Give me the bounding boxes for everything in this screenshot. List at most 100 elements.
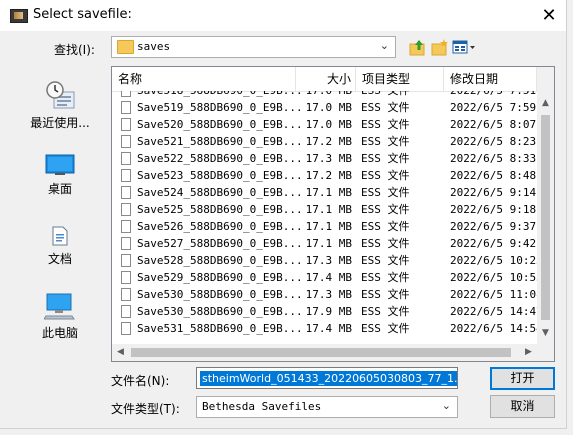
file-row[interactable]: Save530_588DB690_0_E9B... 17.9 MB ESS 文件 20…: [112, 303, 537, 320]
file-size-cell: 17.0 MB: [305, 118, 352, 131]
column-name-header[interactable]: 名称: [112, 67, 296, 91]
file-type-cell: ESS 文件: [361, 135, 410, 148]
places-documents[interactable]: 文档: [18, 226, 102, 267]
file-icon: [121, 288, 131, 301]
computer-icon: [43, 292, 76, 320]
file-row[interactable]: Save529_588DB690_0_E9B... 17.4 MB ESS 文件 20…: [112, 269, 537, 286]
file-size-cell: 17.3 MB: [305, 254, 352, 267]
file-type-cell: ESS 文件: [361, 254, 410, 267]
file-row[interactable]: Save521_588DB690_0_E9B... 17.2 MB ESS 文件 20…: [112, 133, 537, 150]
file-type-value: Bethesda Savefiles: [202, 400, 322, 413]
look-in-value: saves: [137, 40, 171, 53]
file-row[interactable]: Save530_588DB690_0_E9B... 17.3 MB ESS 文件 20…: [112, 286, 537, 303]
new-folder-icon: [431, 39, 448, 56]
file-row[interactable]: Save525_588DB690_0_E9B... 17.1 MB ESS 文件 20…: [112, 201, 537, 218]
file-size-cell: 17.2 MB: [305, 135, 352, 148]
places-desktop-label: 桌面: [47, 182, 72, 196]
file-type-cell: ESS 文件: [361, 271, 410, 284]
file-name-cell: Save530_588DB690_0_E9B...: [137, 288, 303, 301]
file-date-cell: 2022/6/5 9:18: [450, 203, 537, 216]
column-size-header[interactable]: 大小: [296, 67, 356, 91]
new-folder-button[interactable]: [430, 37, 450, 57]
up-folder-icon: [409, 40, 425, 56]
file-name-value: stheimWorld_051433_20220605030803_77_1.e…: [200, 371, 457, 386]
file-row[interactable]: Save519_588DB690_0_E9B... 17.0 MB ESS 文件 20…: [112, 99, 537, 116]
file-name-cell: Save521_588DB690_0_E9B...: [137, 135, 303, 148]
file-date-cell: 2022/6/5 8:07: [450, 118, 537, 131]
file-list[interactable]: 名称 大小 项目类型 修改日期 Save518_588DB690_0_E9B..…: [111, 66, 555, 362]
file-row[interactable]: Save528_588DB690_0_E9B... 17.3 MB ESS 文件 20…: [112, 252, 537, 269]
file-size-cell: 17.0 MB: [296, 91, 352, 99]
file-type-dropdown[interactable]: Bethesda Savefiles ⌄: [196, 396, 458, 418]
file-size-cell: 17.4 MB: [305, 322, 352, 335]
file-date-cell: 2022/6/5 8:23: [450, 135, 537, 148]
file-type-cell: ESS 文件: [361, 169, 410, 182]
file-size-cell: 17.9 MB: [305, 305, 352, 318]
file-date-cell: 2022/6/5 11:08: [450, 288, 537, 301]
file-row[interactable]: Save522_588DB690_0_E9B... 17.3 MB ESS 文件 20…: [112, 150, 537, 167]
file-icon: [121, 152, 131, 165]
chevron-down-icon: ⌄: [441, 399, 451, 412]
places-desktop[interactable]: 桌面: [18, 154, 102, 197]
file-icon: [121, 91, 131, 97]
vertical-scroll-thumb[interactable]: [541, 115, 550, 320]
file-date-cell: 2022/6/5 14:54: [450, 322, 537, 335]
file-name-cell: Save525_588DB690_0_E9B...: [137, 203, 303, 216]
file-type-cell: ESS 文件: [361, 305, 410, 318]
column-type-header[interactable]: 项目类型: [356, 67, 444, 91]
file-icon: [121, 237, 131, 250]
file-date-cell: 2022/6/5 8:48: [450, 169, 537, 182]
file-name-cell: Save524_588DB690_0_E9B...: [137, 186, 303, 199]
file-date-cell: 2022/6/5 9:14: [450, 186, 537, 199]
file-row[interactable]: Save526_588DB690_0_E9B... 17.1 MB ESS 文件 20…: [112, 218, 537, 235]
app-icon: [10, 9, 28, 23]
file-name-cell: Save519_588DB690_0_E9B...: [137, 101, 303, 114]
file-name-cell: Save530_588DB690_0_E9B...: [137, 305, 303, 318]
file-name-cell: Save529_588DB690_0_E9B...: [137, 271, 303, 284]
documents-icon: [52, 226, 68, 246]
file-date-cell: 2022/6/5 8:33: [450, 152, 537, 165]
chevron-down-icon: ⌄: [379, 39, 389, 52]
vertical-scrollbar[interactable]: ▲ ▼: [537, 67, 554, 344]
file-name-cell: Save523_588DB690_0_E9B...: [137, 169, 303, 182]
file-date-cell: 2022/6/5 10:23: [450, 254, 537, 267]
file-date-cell: 2022/6/5 14:47: [450, 305, 537, 318]
file-row[interactable]: Save527_588DB690_0_E9B... 17.1 MB ESS 文件 20…: [112, 235, 537, 252]
up-one-level-button[interactable]: [408, 37, 428, 57]
folder-icon: [117, 40, 134, 54]
scroll-left-icon[interactable]: ◀: [112, 344, 129, 361]
file-row[interactable]: Save524_588DB690_0_E9B... 17.1 MB ESS 文件 20…: [112, 184, 537, 201]
scroll-right-icon[interactable]: ▶: [520, 344, 537, 361]
file-icon: [121, 220, 131, 233]
file-size-cell: 17.3 MB: [305, 152, 352, 165]
file-type-cell: ESS 文件: [361, 91, 410, 99]
file-row[interactable]: Save518_588DB690_0_E9B...17.0 MB ESS 文件 20…: [112, 91, 537, 99]
file-row[interactable]: Save531_588DB690_0_E9B... 17.4 MB ESS 文件 20…: [112, 320, 537, 337]
places-recent[interactable]: 最近使用...: [18, 80, 102, 131]
file-type-cell: ESS 文件: [361, 118, 410, 131]
file-icon: [121, 203, 131, 216]
places-computer[interactable]: 此电脑: [18, 292, 102, 341]
file-icon: [121, 186, 131, 199]
horizontal-scrollbar[interactable]: ◀ ▶: [112, 344, 537, 361]
file-name-input[interactable]: stheimWorld_051433_20220605030803_77_1.e…: [196, 367, 458, 389]
file-type-label: 文件类型(T):: [111, 402, 180, 416]
open-button[interactable]: 打开: [490, 367, 555, 390]
view-menu-button[interactable]: [452, 37, 476, 57]
view-menu-icon: [452, 40, 475, 54]
file-type-cell: ESS 文件: [361, 101, 410, 114]
file-type-cell: ESS 文件: [361, 203, 410, 216]
file-type-cell: ESS 文件: [361, 186, 410, 199]
file-name-label: 文件名(N):: [111, 374, 170, 388]
scrollbar-corner: [537, 344, 554, 361]
close-button[interactable]: ✕: [532, 0, 566, 31]
cancel-button[interactable]: 取消: [490, 395, 555, 418]
column-date-header[interactable]: 修改日期: [444, 67, 537, 91]
file-row[interactable]: Save523_588DB690_0_E9B... 17.2 MB ESS 文件 20…: [112, 167, 537, 184]
file-row[interactable]: Save520_588DB690_0_E9B... 17.0 MB ESS 文件 20…: [112, 116, 537, 133]
scroll-down-icon[interactable]: ▼: [537, 325, 554, 342]
file-date-cell: 2022/6/5 9:37: [450, 220, 537, 233]
horizontal-scroll-thumb[interactable]: [131, 348, 511, 357]
scroll-up-icon[interactable]: ▲: [537, 95, 554, 112]
look-in-dropdown[interactable]: saves ⌄: [111, 36, 396, 58]
